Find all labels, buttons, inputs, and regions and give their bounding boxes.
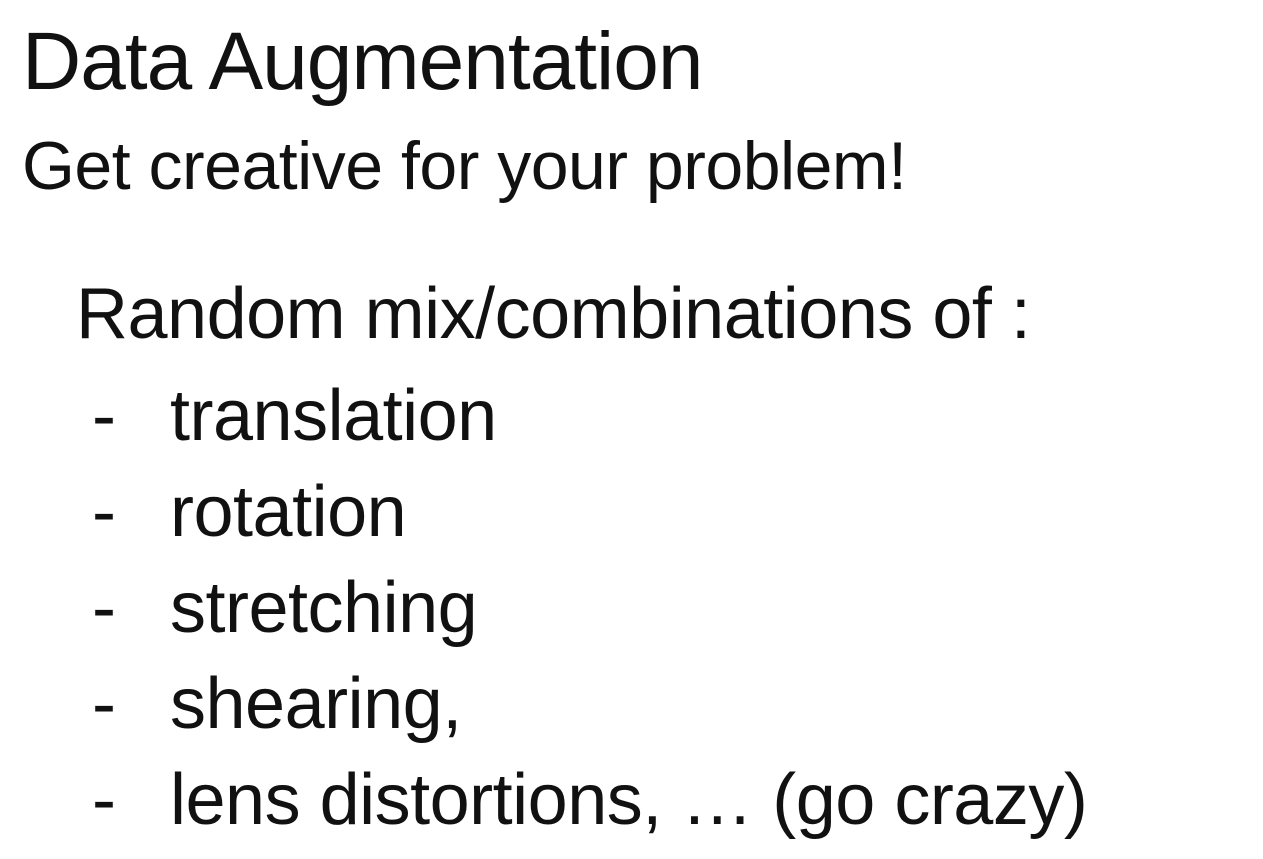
bullet-dash: - — [92, 568, 116, 648]
list-intro: Random mix/combinations of : — [76, 274, 1031, 354]
bullet-dash: - — [92, 664, 116, 744]
list-item-stretching: - stretching — [92, 560, 1087, 656]
slide-title: Data Augmentation — [22, 16, 703, 107]
list-item-text: lens distortions, … (go crazy) — [170, 760, 1088, 840]
slide-subtitle: Get creative for your problem! — [22, 128, 907, 204]
list-item-shearing: - shearing, — [92, 656, 1087, 752]
bullet-dash: - — [92, 376, 116, 456]
slide: Data Augmentation Get creative for your … — [0, 0, 1263, 859]
list-item-translation: - translation — [92, 368, 1087, 464]
list-item-text: shearing, — [170, 664, 462, 744]
list-item-text: stretching — [170, 568, 478, 648]
list-item-text: rotation — [170, 472, 407, 552]
list-item-lens-distortions: - lens distortions, … (go crazy) — [92, 752, 1088, 848]
list-item-text: translation — [170, 376, 497, 456]
bullet-dash: - — [92, 760, 116, 840]
augmentation-list: - translation - rotation - stretching - … — [92, 368, 1088, 848]
list-item-rotation: - rotation — [92, 464, 1087, 560]
bullet-dash: - — [92, 472, 116, 552]
